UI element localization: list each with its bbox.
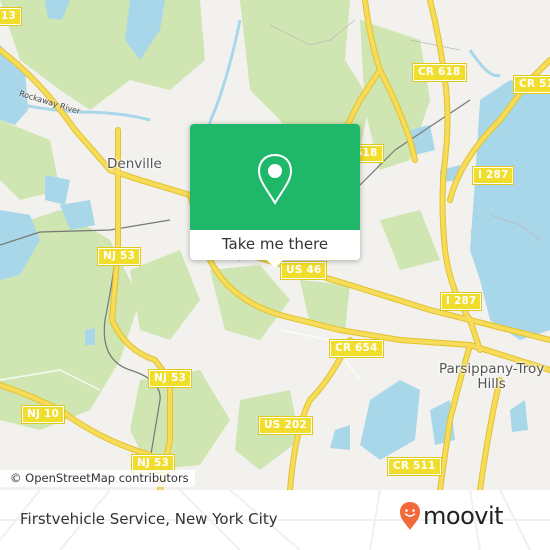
location-popup: Take me there xyxy=(190,124,360,268)
location-pin-icon xyxy=(257,153,293,205)
route-shield-nj53-b: NJ 53 xyxy=(148,369,192,388)
place-label-parsippany-line2: Hills xyxy=(477,376,506,392)
moovit-logo[interactable]: moovit xyxy=(399,501,504,531)
route-shield-nj53-a: NJ 53 xyxy=(97,247,141,266)
route-shield-us202: US 202 xyxy=(258,416,313,435)
take-me-there-button[interactable]: Take me there xyxy=(190,230,360,260)
footer-bar: Firstvehicle Service, New York City moov… xyxy=(0,490,550,550)
map-attribution[interactable]: © OpenStreetMap contributors xyxy=(0,470,195,487)
place-label-denville: Denville xyxy=(107,156,162,172)
place-label-parsippany-line1: Parsippany-Troy xyxy=(439,361,545,377)
place-name: Firstvehicle Service, New York City xyxy=(20,510,278,528)
popup-header xyxy=(190,124,360,230)
place-label-parsippany: Parsippany-Troy Hills xyxy=(439,362,544,392)
moovit-smile-pin-icon xyxy=(400,502,420,530)
route-shield-us46: US 46 xyxy=(279,261,328,280)
route-shield-i287-top: I 287 xyxy=(471,166,515,185)
route-shield-cr511-bottom: CR 511 xyxy=(387,457,442,476)
route-shield-cr654: CR 654 xyxy=(329,339,384,358)
route-shield-cr513: 13 xyxy=(0,7,23,26)
route-shield-i287-mid: I 287 xyxy=(439,292,483,311)
moovit-wordmark: moovit xyxy=(423,502,504,530)
route-shield-cr618-top: CR 618 xyxy=(412,63,467,82)
route-shield-cr511-top: CR 51 xyxy=(512,75,550,94)
route-shield-nj10: NJ 10 xyxy=(21,405,65,424)
map-view[interactable]: Rockaway River Denville Parsippany-Troy … xyxy=(0,0,550,490)
popup-pointer xyxy=(267,260,283,268)
